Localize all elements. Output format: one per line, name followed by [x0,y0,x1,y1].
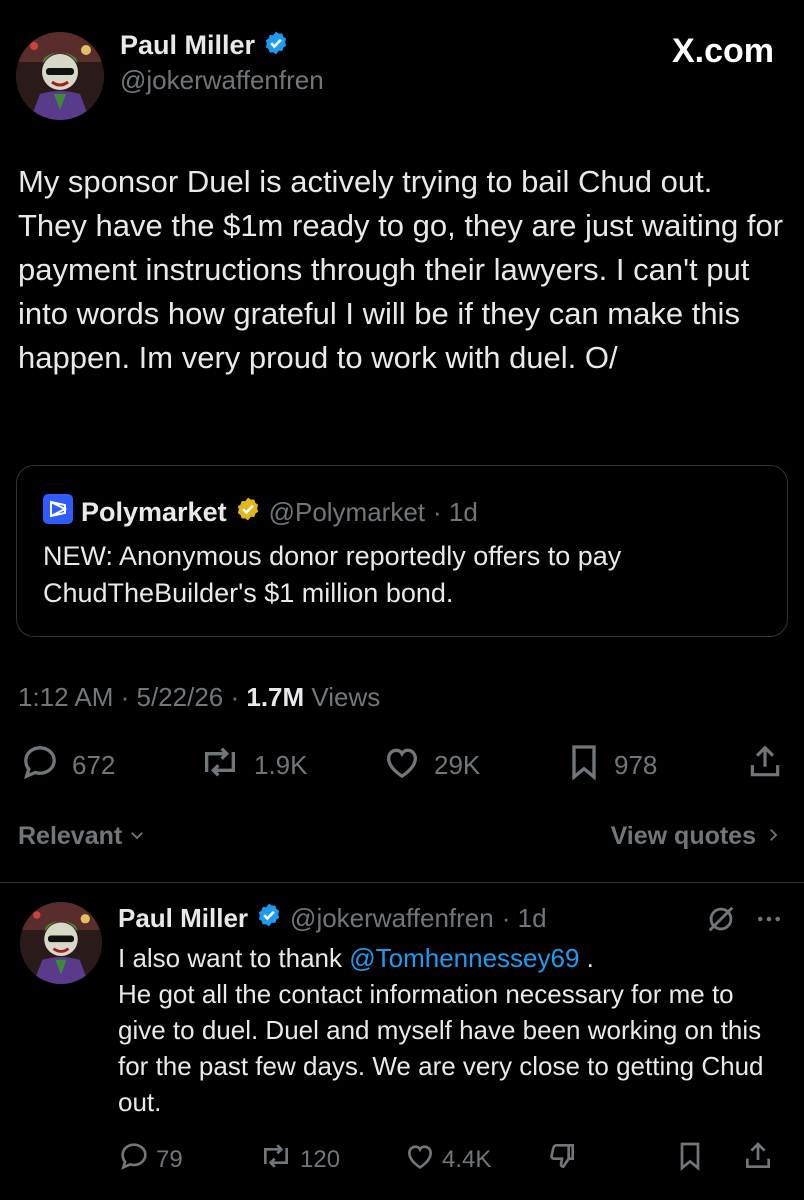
chevron-right-icon [764,822,782,851]
reply-button[interactable]: 672 [20,742,115,789]
reply-repost-count: 120 [300,1145,341,1173]
reply-repost-button[interactable]: 120 [258,1140,340,1179]
share-button[interactable] [746,742,784,789]
quote-author-handle: @Polymarket [268,497,426,527]
reply-bookmark-button[interactable] [676,1140,704,1179]
like-count: 29K [434,750,481,780]
views-label: Views [304,682,381,712]
like-icon [382,742,422,789]
tweet-text: My sponsor Duel is actively trying to ba… [18,164,784,375]
quote-time: · 1d [433,497,478,527]
reply-icon [118,1140,150,1179]
reply-text: I also want to thank @Tomhennessey69 . H… [118,940,788,1120]
quote-author-name: Polymarket [81,497,227,527]
repost-icon [258,1140,294,1179]
author-handle[interactable]: @jokerwaffenfren [120,65,324,96]
repost-count: 1.9K [254,750,308,780]
reply-text-after-mention: . [579,943,594,973]
like-button[interactable]: 29K [382,742,480,789]
more-icon[interactable] [754,904,784,939]
timestamp-text: 1:12 AM · 5/22/26 · [18,682,247,712]
bookmark-icon [566,742,602,789]
author-name[interactable]: Paul Miller [120,30,255,61]
grok-icon[interactable] [704,902,738,941]
tweet-timestamp: 1:12 AM · 5/22/26 · 1.7M Views [18,682,380,713]
avatar[interactable] [16,32,104,120]
reply-dislike-button[interactable] [546,1140,578,1179]
reply-share-button[interactable] [742,1140,774,1179]
verified-badge-icon [263,30,289,61]
share-icon [742,1140,774,1179]
brand-watermark: X.com [671,32,774,70]
reply-avatar[interactable] [20,902,102,984]
like-icon [404,1140,436,1179]
mention-link[interactable]: @Tomhennessey69 [349,943,579,973]
reply-time: · 1d [501,903,547,933]
quoted-tweet[interactable]: Polymarket @Polymarket · 1d NEW: Anonymo… [16,465,788,637]
bookmark-icon [676,1140,704,1179]
reply-reply-count: 79 [156,1145,183,1173]
section-divider [0,882,804,883]
bookmark-count: 978 [614,750,658,780]
quote-text: NEW: Anonymous donor reportedly offers t… [43,541,622,608]
author-header: Paul Miller @jokerwaffenfren [120,30,324,96]
reply-reply-button[interactable]: 79 [118,1140,183,1179]
chevron-down-icon [128,822,146,851]
reply-text-rest: He got all the contact information neces… [118,979,764,1117]
reply-like-button[interactable]: 4.4K [404,1140,491,1179]
reply-count: 672 [72,750,116,780]
reply-avatar-image [20,902,102,984]
polymarket-logo-icon [43,494,73,531]
reply-icon [20,742,60,789]
verified-badge-icon [256,902,282,935]
reply-text-before-mention: I also want to thank [118,943,350,973]
view-quotes-label: View quotes [610,822,756,850]
reply-text-first-line: I also want to thank @Tomhennessey69 . [118,940,788,976]
reply-author-name[interactable]: Paul Miller [118,903,248,934]
reply-header: Paul Miller @jokerwaffenfren · 1d [118,902,547,935]
sort-label: Relevant [18,822,123,850]
sort-dropdown[interactable]: Relevant [18,822,146,851]
dislike-icon [546,1140,578,1179]
reply-like-count: 4.4K [442,1145,492,1173]
reply-author-handle[interactable]: @jokerwaffenfren [290,903,494,934]
share-icon [746,742,784,789]
verified-gold-badge-icon [235,496,261,529]
avatar-image [16,32,104,120]
views-count: 1.7M [246,682,305,712]
repost-button[interactable]: 1.9K [198,742,308,789]
repost-icon [198,742,242,789]
bookmark-button[interactable]: 978 [566,742,657,789]
view-quotes-link[interactable]: View quotes [611,822,782,851]
